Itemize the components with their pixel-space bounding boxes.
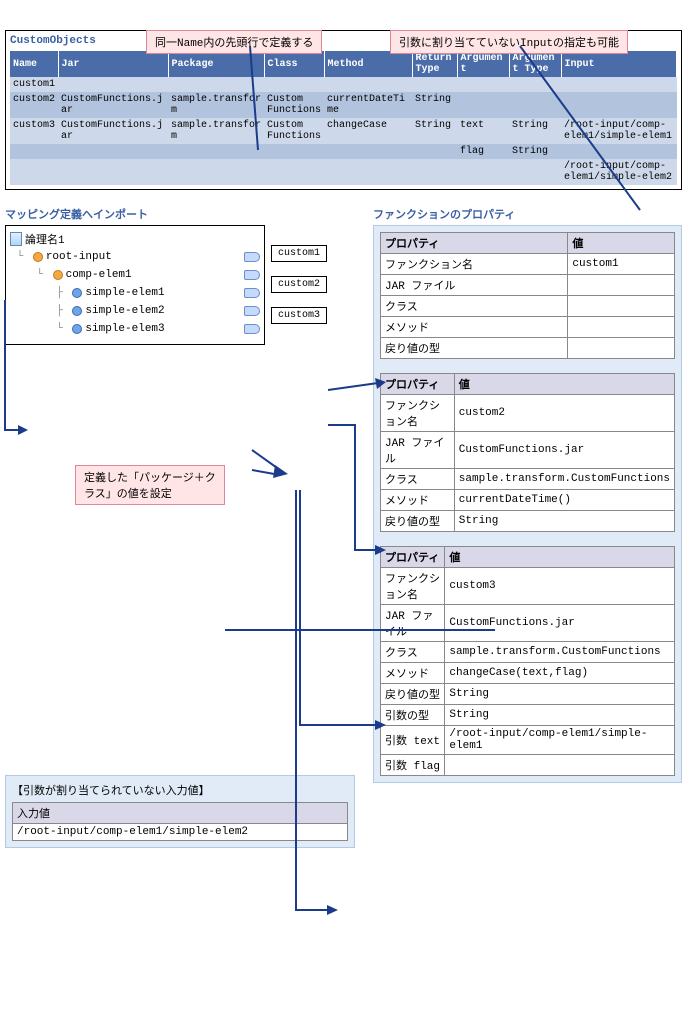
table-row: /root-input/comp-elem1/simple-elem2 (10, 159, 677, 185)
function-properties-title: ファンクションのプロパティ (373, 206, 682, 222)
callout-unassigned-input: 引数に割り当てていないInputの指定も可能 (390, 30, 628, 54)
property-table-custom1: プロパティ値 ファンクション名custom1 JAR ファイル クラス メソッド… (380, 232, 675, 359)
document-icon (10, 232, 22, 246)
tree-node[interactable]: └ simple-elem3 (10, 320, 260, 338)
port-icon[interactable] (244, 270, 260, 280)
table-row: custom2CustomFunctions.jarsample.transfo… (10, 92, 677, 118)
table-row: custom1 (10, 77, 677, 92)
element-icon (33, 252, 43, 262)
custom3-node[interactable]: custom3 (271, 307, 327, 324)
element-icon (53, 270, 63, 280)
port-icon[interactable] (244, 288, 260, 298)
mapping-import-title: マッピング定義へインポート (5, 206, 365, 222)
tree-node[interactable]: ├ simple-elem2 (10, 302, 260, 320)
leaf-icon (72, 306, 82, 316)
mapping-tree-panel: 論理名1 └ root-input └ comp-elem1 ├ simple-… (5, 225, 265, 345)
property-table-custom2: プロパティ値 ファンクション名custom2 JAR ファイルCustomFun… (380, 373, 675, 532)
tree-node[interactable]: └ comp-elem1 (10, 266, 260, 284)
property-table-custom3: プロパティ値 ファンクション名custom3 JAR ファイルCustomFun… (380, 546, 675, 776)
leaf-icon (72, 324, 82, 334)
leaf-icon (72, 288, 82, 298)
port-icon[interactable] (244, 252, 260, 262)
custom-objects-table: NameJarPackageClassMethodReturn TypeArgu… (10, 51, 677, 185)
input-value-label: 入力値 (12, 802, 348, 824)
tree-root: 論理名1 (10, 230, 260, 248)
table-row: flagString (10, 144, 677, 159)
port-icon[interactable] (244, 306, 260, 316)
table-header-row: NameJarPackageClassMethodReturn TypeArgu… (10, 51, 677, 77)
unassigned-title: 【引数が割り当てられていない入力値】 (12, 782, 348, 798)
function-properties-panel: プロパティ値 ファンクション名custom1 JAR ファイル クラス メソッド… (373, 225, 682, 783)
table-row: custom3CustomFunctions.jarsample.transfo… (10, 118, 677, 144)
tree-node[interactable]: └ root-input (10, 248, 260, 266)
port-icon[interactable] (244, 324, 260, 334)
unassigned-input-panel: 【引数が割り当てられていない入力値】 入力値 /root-input/comp-… (5, 775, 355, 848)
callout-package-class: 定義した「パッケージ＋クラス」の値を設定 (75, 465, 225, 505)
custom-objects-panel: CustomObjects NameJarPackageClassMethodR… (5, 30, 682, 190)
custom1-node[interactable]: custom1 (271, 245, 327, 262)
input-value: /root-input/comp-elem1/simple-elem2 (12, 824, 348, 841)
custom2-node[interactable]: custom2 (271, 276, 327, 293)
callout-define-first-row: 同一Name内の先頭行で定義する (146, 30, 322, 54)
tree-node[interactable]: ├ simple-elem1 (10, 284, 260, 302)
